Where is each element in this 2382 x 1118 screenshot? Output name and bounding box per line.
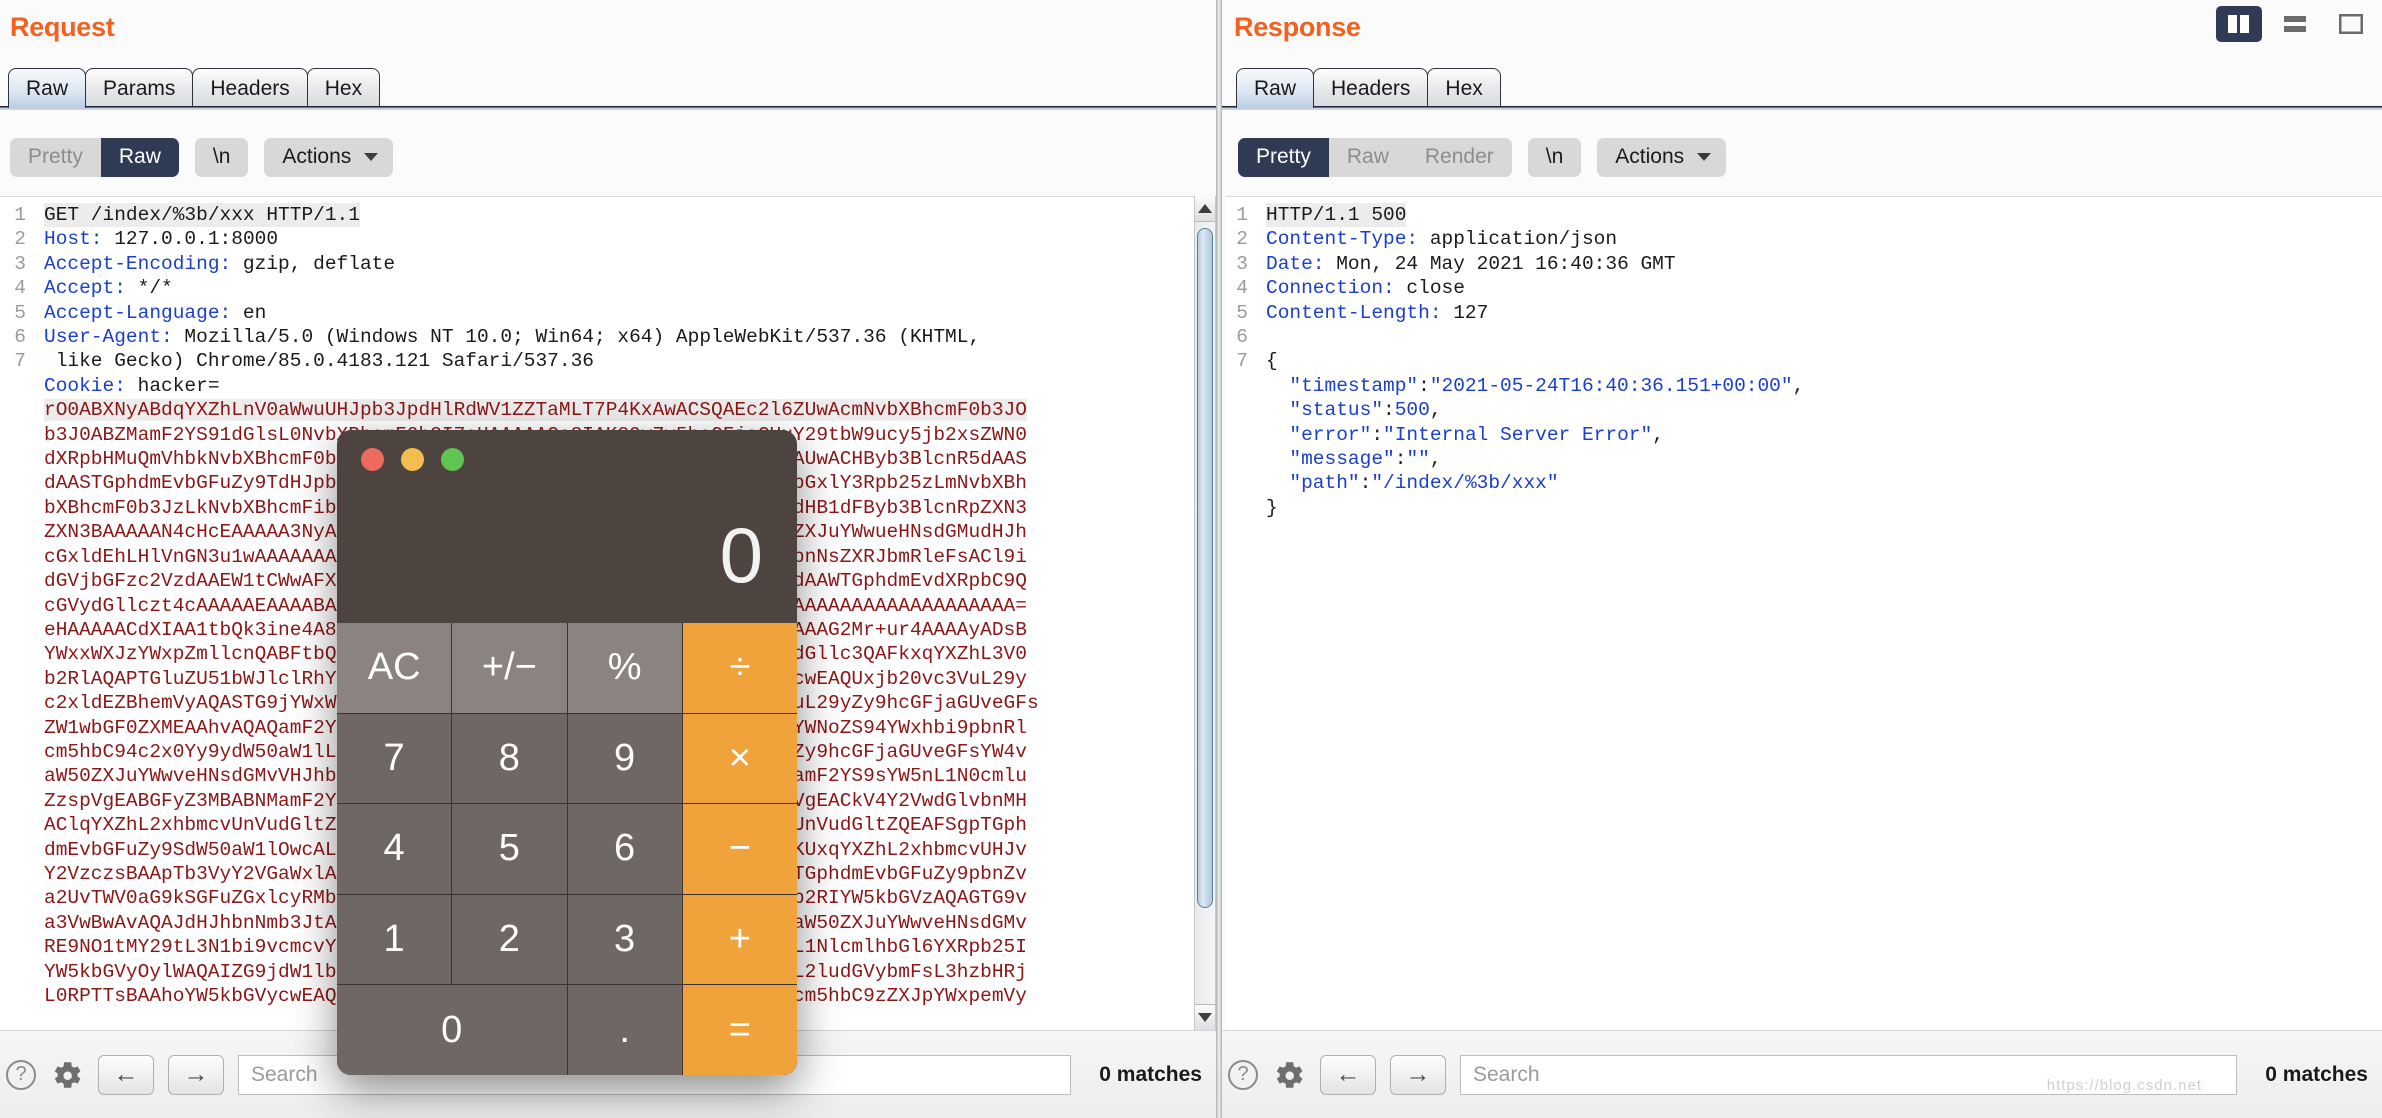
help-icon[interactable]: ? xyxy=(1228,1059,1258,1090)
request-tab-headers-label: Headers xyxy=(210,76,290,100)
calc-key-[interactable]: + xyxy=(682,894,797,985)
close-icon[interactable] xyxy=(361,447,384,471)
calc-key-[interactable]: . xyxy=(567,985,682,1075)
gear-icon[interactable] xyxy=(50,1058,84,1092)
response-tabstrip-rule xyxy=(1222,106,2382,110)
burp-suite-window: Request Raw Params Headers Hex Pretty Ra… xyxy=(0,0,2382,1118)
calc-key-[interactable]: ÷ xyxy=(682,623,797,713)
request-tab-params[interactable]: Params xyxy=(85,68,194,108)
request-match-count: 0 matches xyxy=(1099,1062,1202,1086)
response-toolbar: Pretty Raw Render \n Actions xyxy=(1238,138,1727,178)
response-editor[interactable]: 1 2 3 4 5 6 7 HTTP/1.1 500 Content-Type:… xyxy=(1226,196,2382,1030)
request-tab-raw[interactable]: Raw xyxy=(8,68,87,108)
request-tab-params-label: Params xyxy=(103,76,176,100)
response-raw-button[interactable]: Raw xyxy=(1328,138,1407,178)
request-title: Request xyxy=(10,12,115,42)
calc-key-9[interactable]: 9 xyxy=(567,713,682,804)
response-newline-button[interactable]: \n xyxy=(1527,138,1582,178)
calculator-keypad: AC +/−% ÷ 7 8 9 × 4 5 6− 1 2 3 +0. = xyxy=(337,623,797,1075)
calc-key-6[interactable]: 6 xyxy=(567,804,682,894)
response-pretty-button[interactable]: Pretty xyxy=(1238,138,1329,178)
response-title: Response xyxy=(1234,12,1361,42)
response-actions-button[interactable]: Actions xyxy=(1597,138,1727,178)
response-actions-label: Actions xyxy=(1615,145,1685,168)
minimize-icon[interactable] xyxy=(401,447,424,471)
request-tabstrip-rule xyxy=(0,106,1216,110)
scroll-up-arrow-icon[interactable] xyxy=(1195,196,1215,222)
forward-arrow-icon[interactable]: → xyxy=(1390,1054,1446,1095)
calc-key-1[interactable]: 1 xyxy=(337,894,452,985)
calc-key-7[interactable]: 7 xyxy=(337,713,452,804)
calc-key-8[interactable]: 8 xyxy=(452,713,567,804)
calc-key-AC[interactable]: AC xyxy=(337,623,452,713)
calculator-window[interactable]: 0 AC +/−% ÷ 7 8 9 × 4 5 6− 1 2 3 +0. = xyxy=(337,430,797,1075)
gear-icon[interactable] xyxy=(1272,1058,1306,1092)
calc-key-0[interactable]: 0 xyxy=(337,985,567,1075)
back-arrow-icon[interactable]: ← xyxy=(98,1054,154,1095)
request-tab-headers[interactable]: Headers xyxy=(192,68,308,108)
request-tab-raw-label: Raw xyxy=(26,76,69,100)
calc-key-5[interactable]: 5 xyxy=(452,804,567,894)
response-render-button[interactable]: Render xyxy=(1406,138,1512,178)
split-vertical-icon[interactable] xyxy=(2216,6,2262,42)
request-view-mode-group: Pretty Raw xyxy=(10,138,179,178)
calc-key-[interactable]: +/− xyxy=(452,623,567,713)
maximize-icon[interactable] xyxy=(2328,6,2374,42)
request-newline-button[interactable]: \n xyxy=(194,138,249,178)
calculator-titlebar[interactable] xyxy=(337,430,797,488)
response-tab-headers-label: Headers xyxy=(1331,76,1411,100)
request-search-placeholder: Search xyxy=(251,1062,318,1086)
response-bottom-bar: ? ← → Search 0 matches xyxy=(1222,1030,2382,1118)
zoom-icon[interactable] xyxy=(441,447,464,471)
request-tabstrip: Raw Params Headers Hex xyxy=(8,66,381,108)
response-content[interactable]: HTTP/1.1 500 Content-Type: application/j… xyxy=(1256,197,2382,520)
request-toolbar: Pretty Raw \n Actions xyxy=(10,138,394,178)
response-tabstrip: Raw Headers Hex xyxy=(1236,66,1501,108)
forward-arrow-icon[interactable]: → xyxy=(168,1054,224,1095)
calc-key-3[interactable]: 3 xyxy=(567,894,682,985)
response-tab-raw[interactable]: Raw xyxy=(1236,68,1315,108)
request-vertical-scrollbar[interactable] xyxy=(1194,196,1216,1030)
chevron-down-icon xyxy=(364,153,379,162)
calc-key-[interactable]: − xyxy=(682,804,797,894)
response-code: 1 2 3 4 5 6 7 HTTP/1.1 500 Content-Type:… xyxy=(1226,197,2382,521)
watermark: https://blog.csdn.net xyxy=(2046,1077,2202,1094)
response-match-count: 0 matches xyxy=(2265,1062,2368,1086)
request-scroll-thumb[interactable] xyxy=(1197,228,1213,908)
response-tab-hex[interactable]: Hex xyxy=(1427,68,1501,108)
request-tab-hex[interactable]: Hex xyxy=(306,68,381,108)
request-pretty-button[interactable]: Pretty xyxy=(10,138,101,178)
response-tab-raw-label: Raw xyxy=(1254,76,1297,100)
request-tab-hex-label: Hex xyxy=(324,76,363,100)
response-view-mode-group: Pretty Raw Render xyxy=(1238,138,1512,178)
split-horizontal-icon[interactable] xyxy=(2272,6,2318,42)
request-actions-button[interactable]: Actions xyxy=(264,138,394,178)
response-line-numbers: 1 2 3 4 5 6 7 xyxy=(1226,197,1256,521)
calc-key-4[interactable]: 4 xyxy=(337,804,452,894)
help-icon[interactable]: ? xyxy=(6,1059,36,1090)
calc-key-[interactable]: = xyxy=(682,985,797,1075)
calc-key-2[interactable]: 2 xyxy=(452,894,567,985)
response-tab-headers[interactable]: Headers xyxy=(1313,68,1429,108)
request-line-numbers: 1 2 3 4 5 6 7 xyxy=(0,197,34,1009)
window-layout-controls xyxy=(2216,6,2374,42)
request-actions-label: Actions xyxy=(282,145,352,168)
scroll-down-arrow-icon[interactable] xyxy=(1195,1004,1215,1030)
chevron-down-icon xyxy=(1697,153,1712,162)
calc-key-[interactable]: × xyxy=(682,713,797,804)
response-search-placeholder: Search xyxy=(1473,1062,1540,1086)
response-pane: Response Raw Headers Hex Pretty Raw Rend… xyxy=(1222,0,2382,1118)
back-arrow-icon[interactable]: ← xyxy=(1320,1054,1376,1095)
calc-key-[interactable]: % xyxy=(567,623,682,713)
calculator-display: 0 xyxy=(719,511,763,599)
response-tab-hex-label: Hex xyxy=(1445,76,1483,100)
request-raw-button[interactable]: Raw xyxy=(100,138,179,178)
